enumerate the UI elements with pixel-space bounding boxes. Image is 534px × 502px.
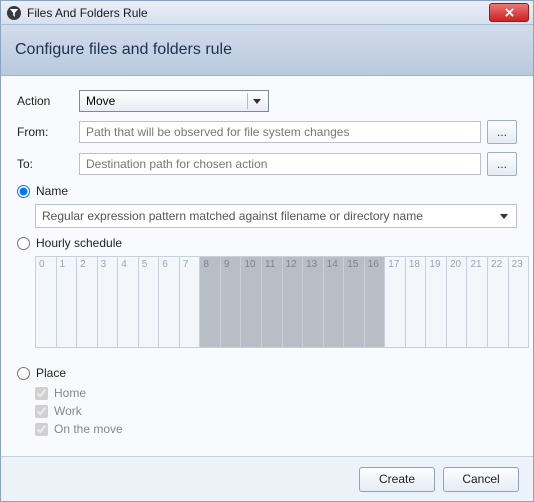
hourly-radio-label: Hourly schedule [36, 236, 122, 250]
work-checkbox[interactable] [35, 405, 48, 418]
hour-cell-8[interactable]: 8 [200, 257, 221, 347]
criteria-name-radio[interactable]: Name [17, 184, 517, 198]
place-move-check[interactable]: On the move [35, 422, 517, 436]
hour-cell-21[interactable]: 21 [467, 257, 488, 347]
create-button[interactable]: Create [359, 467, 435, 492]
close-button[interactable] [489, 3, 529, 22]
criteria-hourly-radio[interactable]: Hourly schedule [17, 236, 517, 250]
to-label: To: [17, 157, 79, 171]
place-home-check[interactable]: Home [35, 386, 517, 400]
row-action: Action Move [17, 90, 517, 112]
hour-cell-5[interactable]: 5 [139, 257, 160, 347]
hour-cell-20[interactable]: 20 [447, 257, 468, 347]
dialog-body: Action Move From: Path that will be obse… [1, 76, 533, 436]
hour-cell-2[interactable]: 2 [77, 257, 98, 347]
work-label: Work [54, 404, 82, 418]
hour-cell-4[interactable]: 4 [118, 257, 139, 347]
place-radio-label: Place [36, 366, 66, 380]
criteria-place-radio[interactable]: Place [17, 366, 517, 380]
dialog-header: Configure files and folders rule [1, 25, 533, 76]
hour-cell-12[interactable]: 12 [283, 257, 304, 347]
home-label: Home [54, 386, 86, 400]
hourly-schedule-grid[interactable]: 01234567891011121314151617181920212223 [35, 256, 529, 348]
hour-cell-17[interactable]: 17 [385, 257, 406, 347]
hour-cell-18[interactable]: 18 [406, 257, 427, 347]
cancel-button[interactable]: Cancel [443, 467, 519, 492]
hour-cell-0[interactable]: 0 [36, 257, 57, 347]
home-checkbox[interactable] [35, 387, 48, 400]
from-input[interactable]: Path that will be observed for file syst… [79, 121, 481, 143]
hour-cell-19[interactable]: 19 [426, 257, 447, 347]
dialog-window: Files And Folders Rule Configure files a… [0, 0, 534, 502]
action-label: Action [17, 94, 79, 108]
hour-cell-11[interactable]: 11 [262, 257, 283, 347]
close-icon [505, 8, 514, 17]
hour-cell-7[interactable]: 7 [180, 257, 201, 347]
hour-cell-3[interactable]: 3 [98, 257, 119, 347]
hour-cell-15[interactable]: 15 [344, 257, 365, 347]
name-pattern-combo[interactable]: Regular expression pattern matched again… [35, 204, 517, 228]
name-radio-input[interactable] [17, 185, 30, 198]
hour-cell-22[interactable]: 22 [488, 257, 509, 347]
hourly-radio-input[interactable] [17, 237, 30, 250]
action-select-value: Move [86, 94, 115, 108]
chevron-down-icon [247, 93, 266, 109]
place-section: Place Home Work On the move [17, 366, 517, 436]
hour-cell-14[interactable]: 14 [324, 257, 345, 347]
hour-cell-13[interactable]: 13 [303, 257, 324, 347]
name-radio-label: Name [36, 184, 68, 198]
dialog-footer: Create Cancel [1, 456, 533, 501]
name-pattern-value: Regular expression pattern matched again… [42, 209, 423, 223]
place-work-check[interactable]: Work [35, 404, 517, 418]
hour-cell-1[interactable]: 1 [57, 257, 78, 347]
from-label: From: [17, 125, 79, 139]
hour-cell-10[interactable]: 10 [241, 257, 262, 347]
to-browse-button[interactable]: ... [487, 152, 517, 176]
from-browse-button[interactable]: ... [487, 120, 517, 144]
hour-cell-9[interactable]: 9 [221, 257, 242, 347]
row-from: From: Path that will be observed for fil… [17, 120, 517, 144]
dialog-title: Configure files and folders rule [15, 41, 232, 59]
titlebar: Files And Folders Rule [1, 1, 533, 25]
move-checkbox[interactable] [35, 423, 48, 436]
window-title: Files And Folders Rule [27, 6, 489, 20]
to-input[interactable]: Destination path for chosen action [79, 153, 481, 175]
hour-cell-16[interactable]: 16 [365, 257, 386, 347]
action-select[interactable]: Move [79, 90, 269, 112]
chevron-down-icon [496, 205, 512, 227]
row-to: To: Destination path for chosen action .… [17, 152, 517, 176]
hour-cell-23[interactable]: 23 [509, 257, 529, 347]
place-radio-input[interactable] [17, 367, 30, 380]
filter-icon [7, 6, 21, 20]
move-label: On the move [54, 422, 123, 436]
hour-cell-6[interactable]: 6 [159, 257, 180, 347]
